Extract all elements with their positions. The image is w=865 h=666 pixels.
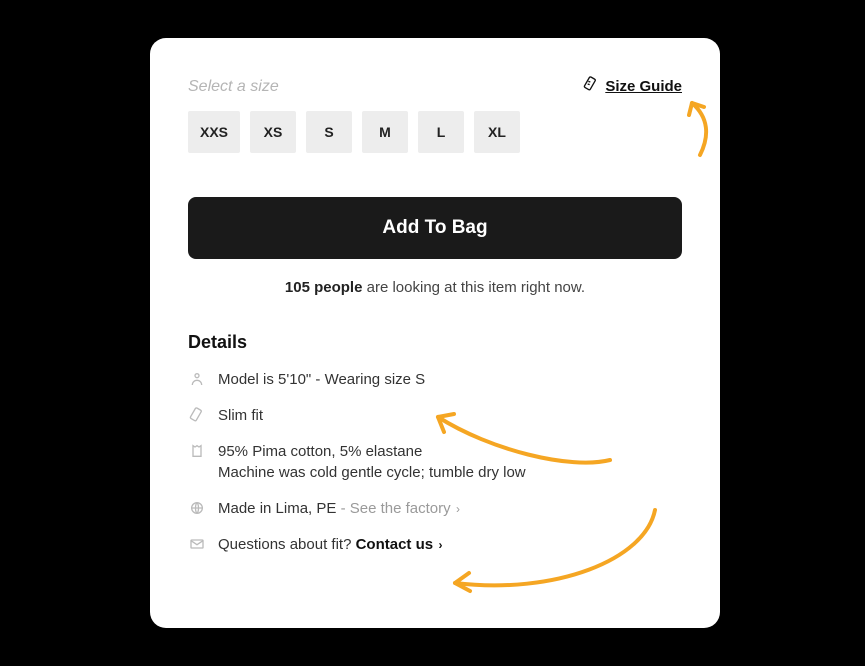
see-factory-link[interactable]: - See the factory ›	[341, 500, 460, 517]
made-in-text: Made in Lima, PE	[218, 500, 341, 517]
detail-contact: Questions about fit? Contact us ›	[188, 534, 682, 556]
detail-material-line1: 95% Pima cotton, 5% elastane	[218, 443, 422, 460]
mail-icon	[188, 534, 206, 552]
globe-icon	[188, 498, 206, 516]
person-icon	[188, 369, 206, 387]
product-card: Select a size Size Guide XXS XS S M L XL…	[150, 38, 720, 628]
size-guide-label: Size Guide	[605, 78, 682, 95]
add-to-bag-button[interactable]: Add To Bag	[188, 197, 682, 259]
viewers-count: 105 people	[285, 279, 363, 296]
questions-text: Questions about fit?	[218, 536, 356, 553]
size-options: XXS XS S M L XL	[188, 111, 682, 153]
size-option-l[interactable]: L	[418, 111, 464, 153]
detail-model-text: Model is 5'10" - Wearing size S	[218, 369, 425, 391]
detail-made-in: Made in Lima, PE - See the factory ›	[188, 498, 682, 520]
ruler-small-icon	[188, 405, 206, 423]
detail-material: 95% Pima cotton, 5% elastane Machine was…	[188, 441, 682, 485]
contact-us-link[interactable]: Contact us ›	[356, 536, 443, 553]
size-option-s[interactable]: S	[306, 111, 352, 153]
details-heading: Details	[188, 332, 682, 353]
size-option-xl[interactable]: XL	[474, 111, 520, 153]
ruler-icon	[583, 76, 599, 97]
select-size-label: Select a size	[188, 78, 279, 96]
chevron-right-icon: ›	[433, 538, 442, 552]
detail-material-line2: Machine was cold gentle cycle; tumble dr…	[218, 464, 526, 481]
viewers-suffix: are looking at this item right now.	[362, 279, 585, 296]
size-option-xs[interactable]: XS	[250, 111, 296, 153]
viewers-notice: 105 people are looking at this item righ…	[188, 279, 682, 296]
shirt-icon	[188, 441, 206, 459]
detail-fit: Slim fit	[188, 405, 682, 427]
size-guide-link[interactable]: Size Guide	[583, 76, 682, 97]
chevron-right-icon: ›	[451, 502, 460, 516]
detail-fit-text: Slim fit	[218, 405, 263, 427]
size-header-row: Select a size Size Guide	[188, 76, 682, 97]
size-option-xxs[interactable]: XXS	[188, 111, 240, 153]
detail-model: Model is 5'10" - Wearing size S	[188, 369, 682, 391]
size-option-m[interactable]: M	[362, 111, 408, 153]
